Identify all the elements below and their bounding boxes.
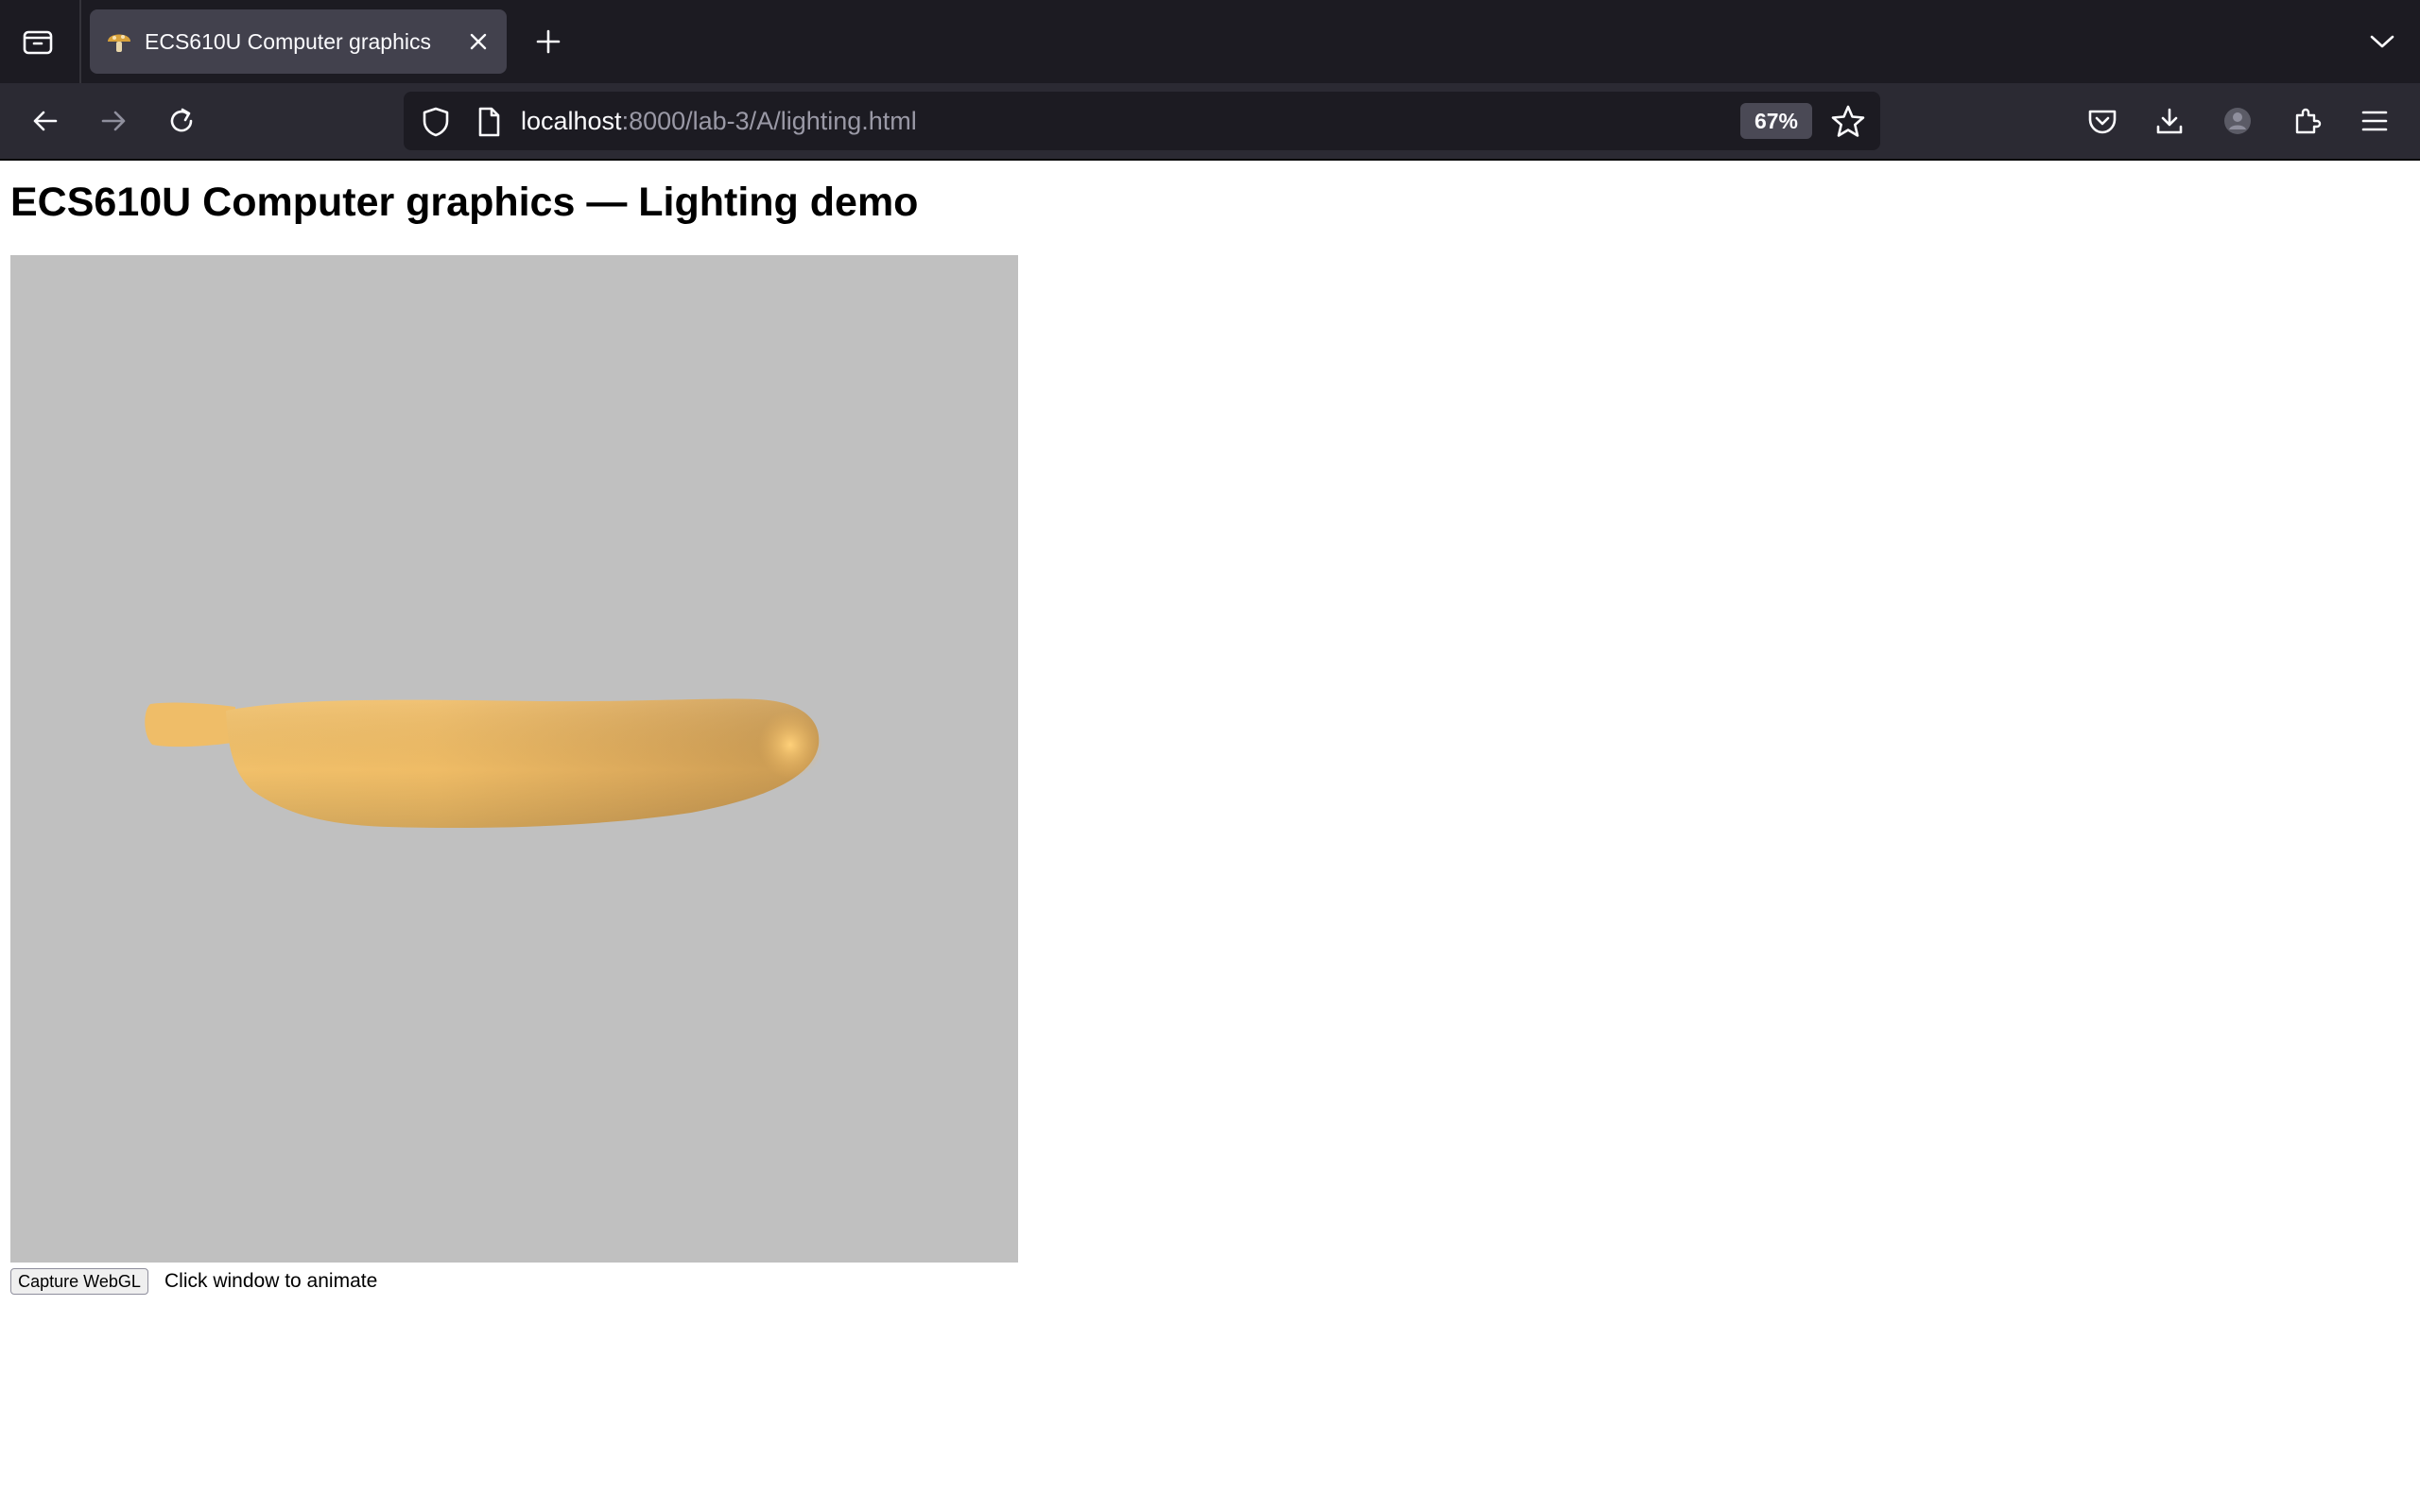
animate-hint: Click window to animate xyxy=(164,1270,378,1292)
address-bar[interactable]: localhost:8000/lab-3/A/lighting.html 67% xyxy=(404,92,1880,150)
hamburger-menu-icon xyxy=(2361,111,2388,131)
menu-button[interactable] xyxy=(2352,98,2397,144)
account-button[interactable] xyxy=(2215,98,2260,144)
page-icon[interactable] xyxy=(472,105,506,139)
mushroom-icon xyxy=(108,34,130,52)
tab-title: ECS610U Computer graphics xyxy=(145,29,431,54)
tab-active[interactable]: ECS610U Computer graphics xyxy=(90,9,507,74)
url-text[interactable]: localhost:8000/lab-3/A/lighting.html xyxy=(521,92,917,150)
page-title: ECS610U Computer graphics — Lighting dem… xyxy=(10,180,919,225)
back-button[interactable] xyxy=(23,98,68,144)
reload-icon xyxy=(170,108,193,132)
plus-icon xyxy=(536,29,561,54)
reload-button[interactable] xyxy=(159,98,204,144)
webgl-canvas[interactable] xyxy=(10,255,1018,1263)
puzzle-icon xyxy=(2295,108,2322,134)
forward-arrow-icon xyxy=(101,111,126,131)
page-content: ECS610U Computer graphics — Lighting dem… xyxy=(0,161,2420,1512)
tab-bar: ECS610U Computer graphics xyxy=(0,0,2420,83)
tab-bar-separator xyxy=(79,0,81,83)
list-all-tabs-button[interactable] xyxy=(2361,21,2403,62)
navigation-toolbar: localhost:8000/lab-3/A/lighting.html 67% xyxy=(0,83,2420,161)
account-icon xyxy=(2224,108,2251,134)
downloads-button[interactable] xyxy=(2147,98,2192,144)
new-tab-button[interactable] xyxy=(527,21,569,62)
close-icon xyxy=(470,33,487,50)
download-icon xyxy=(2156,108,2183,134)
pocket-icon xyxy=(2088,110,2117,134)
star-icon[interactable] xyxy=(1829,103,1867,141)
capture-webgl-button[interactable]: Capture WebGL xyxy=(10,1268,148,1295)
chevron-down-icon xyxy=(2370,35,2394,48)
url-path: :8000/lab-3/A/lighting.html xyxy=(621,107,917,135)
zoom-level-badge[interactable]: 67% xyxy=(1740,103,1812,139)
banana-model xyxy=(145,698,822,829)
back-arrow-icon xyxy=(33,111,58,131)
tab-list-icon xyxy=(23,30,53,55)
forward-button[interactable] xyxy=(91,98,136,144)
tab-close-button[interactable] xyxy=(459,23,497,60)
shield-icon[interactable] xyxy=(419,105,453,139)
tab-list-button[interactable] xyxy=(15,21,60,62)
url-host: localhost xyxy=(521,107,622,135)
pocket-button[interactable] xyxy=(2080,98,2125,144)
extensions-button[interactable] xyxy=(2284,98,2329,144)
